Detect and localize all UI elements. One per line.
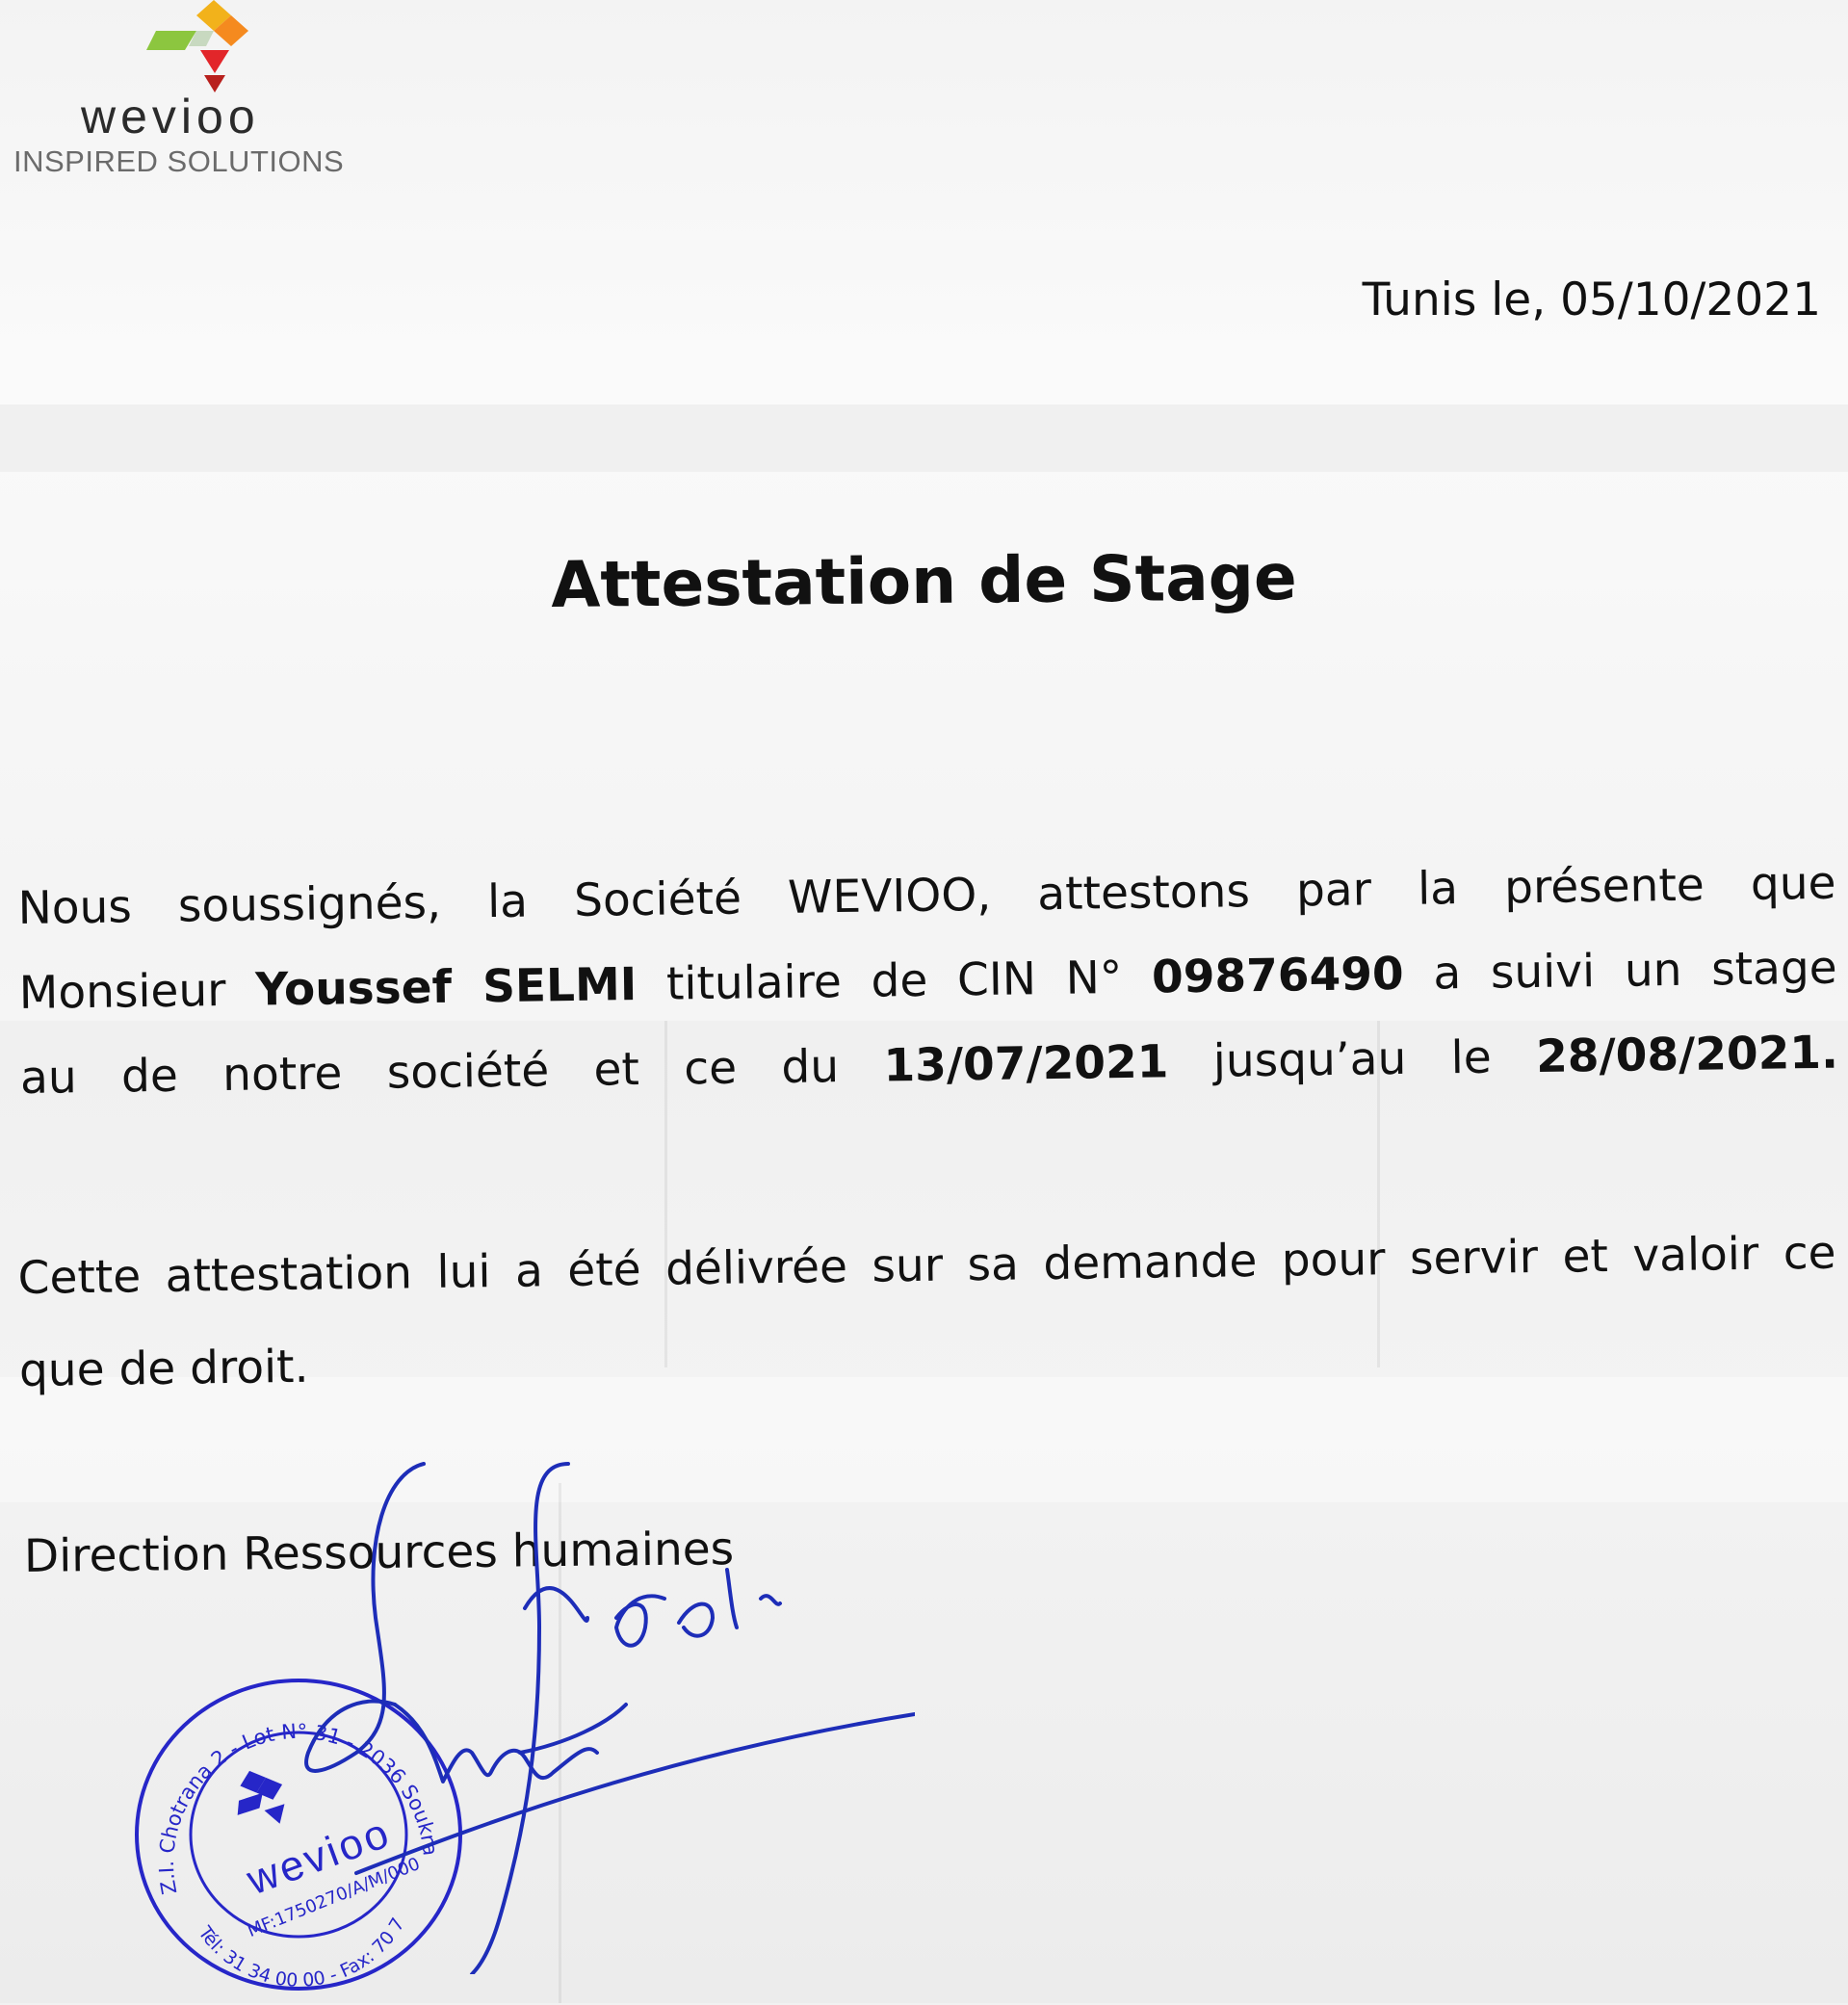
intern-name: Youssef SELMI bbox=[254, 958, 638, 1017]
logo-wordmark: wevioo bbox=[81, 90, 260, 143]
salutation-text: Monsieur bbox=[18, 963, 226, 1020]
cin-label: titulaire de CIN N° bbox=[665, 950, 1123, 1011]
handwritten-signature bbox=[304, 1462, 915, 1974]
document-page: wevioo INSPIRED SOLUTIONS Tunis le, 05/1… bbox=[0, 0, 1848, 2005]
company-logo: wevioo INSPIRED SOLUTIONS bbox=[13, 0, 418, 183]
end-date: 28/08/2021. bbox=[1535, 1026, 1839, 1083]
document-title: Attestation de Stage bbox=[550, 539, 1298, 623]
attestation-paragraph: Nous soussignés, la Société WEVIOO, atte… bbox=[17, 842, 1839, 1121]
cin-number: 09876490 bbox=[1151, 947, 1405, 1004]
period-text: au de notre société et ce du bbox=[19, 1040, 840, 1105]
start-date: 13/07/2021 bbox=[883, 1035, 1169, 1093]
logo-tagline: INSPIRED SOLUTIONS bbox=[13, 144, 345, 178]
date-line: Tunis le, 05/10/2021 bbox=[1362, 273, 1821, 326]
bleed-through-band bbox=[0, 404, 1848, 472]
stage-text: a suivi un stage bbox=[1432, 941, 1838, 1001]
closing-paragraph: Cette attestation lui a été délivrée sur… bbox=[17, 1208, 1837, 1418]
period-connector: jusqu’au le bbox=[1212, 1030, 1493, 1088]
wevioo-logo-icon bbox=[146, 0, 248, 92]
stamp-logo-icon bbox=[237, 1770, 285, 1824]
